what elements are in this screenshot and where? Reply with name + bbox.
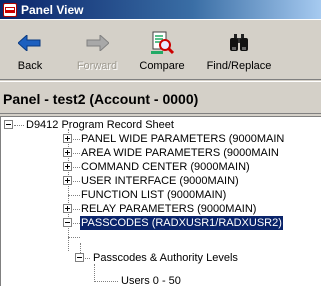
collapse-toggle[interactable] bbox=[4, 120, 13, 129]
panel-header: Panel - test2 (Account - 0000) bbox=[0, 81, 321, 114]
expand-toggle[interactable] bbox=[63, 204, 72, 213]
tree-node-user-interface[interactable]: USER INTERFACE (9000MAIN) bbox=[81, 174, 239, 188]
tree-node-command-center[interactable]: COMMAND CENTER (9000MAIN) bbox=[81, 160, 250, 174]
compare-button[interactable]: Compare bbox=[134, 24, 190, 76]
app-icon bbox=[3, 2, 17, 17]
find-replace-label: Find/Replace bbox=[206, 60, 272, 72]
forward-arrow-icon bbox=[73, 30, 121, 56]
expand-toggle[interactable] bbox=[63, 134, 72, 143]
tree-node-panel-wide[interactable]: PANEL WIDE PARAMETERS (9000MAIN bbox=[81, 132, 284, 146]
tree-node-root[interactable]: D9412 Program Record Sheet bbox=[26, 118, 174, 132]
panel-title: Panel - test2 (Account - 0000) bbox=[3, 91, 199, 107]
tree-node-passcodes-authority[interactable]: Passcodes & Authority Levels bbox=[93, 251, 238, 265]
compare-icon bbox=[134, 30, 190, 56]
forward-button[interactable]: Forward bbox=[73, 24, 121, 76]
collapse-toggle[interactable] bbox=[63, 218, 72, 227]
tree-view[interactable]: D9412 Program Record Sheet PANEL WIDE PA… bbox=[0, 116, 321, 286]
expand-toggle[interactable] bbox=[63, 148, 72, 157]
back-arrow-icon bbox=[10, 30, 50, 56]
back-button[interactable]: Back bbox=[10, 24, 50, 76]
toolbar: Back Forward Compare Find/Replace bbox=[0, 19, 321, 80]
compare-label: Compare bbox=[139, 60, 185, 72]
tree-node-area-wide[interactable]: AREA WIDE PARAMETERS (9000MAIN bbox=[81, 146, 279, 160]
find-replace-button[interactable]: Find/Replace bbox=[200, 24, 278, 76]
binoculars-icon bbox=[200, 30, 278, 56]
collapse-toggle[interactable] bbox=[75, 253, 84, 262]
expand-toggle[interactable] bbox=[63, 162, 72, 171]
tree-node-users[interactable]: Users 0 - 50 bbox=[121, 274, 181, 286]
back-label: Back bbox=[17, 60, 43, 72]
title-bar[interactable]: Panel View bbox=[0, 0, 321, 19]
tree-node-relay-parameters[interactable]: RELAY PARAMETERS (9000MAIN) bbox=[81, 202, 256, 216]
tree-node-function-list[interactable]: FUNCTION LIST (9000MAIN) bbox=[81, 188, 226, 202]
expand-toggle[interactable] bbox=[63, 176, 72, 185]
tree-node-passcodes[interactable]: PASSCODES (RADXUSR1/RADXUSR2) bbox=[79, 215, 284, 231]
forward-label: Forward bbox=[76, 60, 118, 72]
window-title: Panel View bbox=[21, 2, 84, 17]
